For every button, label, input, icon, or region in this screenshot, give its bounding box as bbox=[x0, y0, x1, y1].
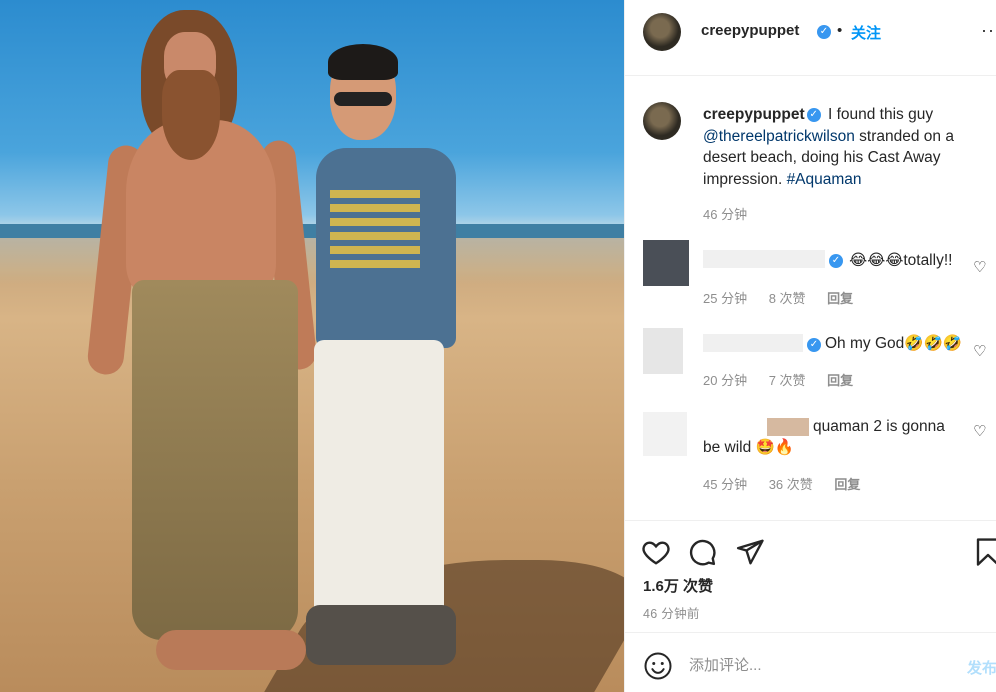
redacted-username bbox=[703, 250, 825, 268]
verified-badge-icon: ✓ bbox=[829, 254, 843, 268]
comment-bubble-icon[interactable] bbox=[687, 537, 717, 567]
like-comment-heart-icon[interactable]: ♡ bbox=[973, 260, 989, 276]
photo-man-in-tshirt bbox=[300, 40, 470, 690]
comment-reply-button[interactable]: 回复 bbox=[827, 373, 853, 388]
comment-text: quaman 2 is gonna be wild 🤩🔥 bbox=[703, 418, 945, 456]
emoji-icon[interactable] bbox=[643, 651, 673, 681]
caption-avatar[interactable] bbox=[643, 102, 681, 140]
caption-username[interactable]: creepypuppet bbox=[703, 106, 805, 123]
post-photo[interactable] bbox=[0, 0, 624, 692]
follow-button[interactable]: 关注 bbox=[851, 22, 881, 43]
comment-like-count[interactable]: 8 次赞 bbox=[769, 291, 806, 306]
verified-badge-icon: ✓ bbox=[806, 107, 821, 122]
comment-like-count[interactable]: 36 次赞 bbox=[769, 477, 813, 492]
like-count[interactable]: 1.6万 次赞 bbox=[643, 575, 713, 596]
caption-hashtag-link[interactable]: #Aquaman bbox=[787, 171, 862, 188]
like-comment-heart-icon[interactable]: ♡ bbox=[973, 424, 989, 440]
comment-meta: 20 分钟 7 次赞 回复 bbox=[703, 370, 871, 389]
post-side-panel: creepypuppet ✓ • 关注 ··· creepypuppet✓ I … bbox=[624, 0, 996, 692]
share-send-icon[interactable] bbox=[735, 537, 765, 567]
comment-time: 20 分钟 bbox=[703, 373, 748, 388]
comment-reply-button[interactable]: 回复 bbox=[827, 291, 853, 306]
commenter-avatar[interactable] bbox=[643, 240, 689, 286]
save-bookmark-icon[interactable] bbox=[973, 537, 996, 567]
caption-mention-link[interactable]: @thereelpatrickwilson bbox=[703, 128, 855, 145]
commenter-avatar[interactable] bbox=[643, 412, 687, 456]
verified-badge-icon: ✓ bbox=[817, 25, 831, 39]
redacted-username bbox=[703, 334, 803, 352]
caption-time: 46 分钟 bbox=[703, 207, 748, 222]
comment-time: 25 分钟 bbox=[703, 291, 748, 306]
comment-text: 😂😂😂totally!! bbox=[849, 252, 953, 269]
post-comment-button[interactable]: 发布 bbox=[967, 657, 996, 678]
separator-dot: • bbox=[837, 22, 843, 39]
author-username[interactable]: creepypuppet bbox=[701, 22, 799, 39]
author-avatar[interactable] bbox=[643, 13, 681, 51]
verified-badge-icon: ✓ bbox=[807, 338, 821, 352]
post-actions: 1.6万 次赞 46 分钟前 bbox=[625, 520, 996, 632]
comment-time: 45 分钟 bbox=[703, 477, 748, 492]
comment-reply-button[interactable]: 回复 bbox=[834, 477, 860, 492]
comment-text: Oh my God🤣🤣🤣 bbox=[825, 335, 963, 352]
commenter-avatar[interactable] bbox=[643, 328, 683, 374]
photo-bearded-man bbox=[86, 10, 318, 680]
comment-input[interactable] bbox=[689, 651, 949, 679]
like-heart-icon[interactable] bbox=[641, 537, 671, 567]
posted-time: 46 分钟前 bbox=[643, 607, 700, 621]
more-options-icon[interactable]: ··· bbox=[981, 20, 996, 41]
comment-like-count[interactable]: 7 次赞 bbox=[769, 373, 806, 388]
like-comment-heart-icon[interactable]: ♡ bbox=[973, 344, 989, 360]
post-header: creepypuppet ✓ • 关注 ··· bbox=[625, 0, 996, 76]
comment-meta: 45 分钟 36 次赞 回复 bbox=[703, 474, 878, 493]
caption-text-a: I found this guy bbox=[827, 106, 934, 123]
comment-meta: 25 分钟 8 次赞 回复 bbox=[703, 288, 871, 307]
caption-text: creepypuppet ✓ I found this guy @thereelp… bbox=[703, 104, 993, 190]
comment-composer: 发布 bbox=[625, 632, 996, 692]
